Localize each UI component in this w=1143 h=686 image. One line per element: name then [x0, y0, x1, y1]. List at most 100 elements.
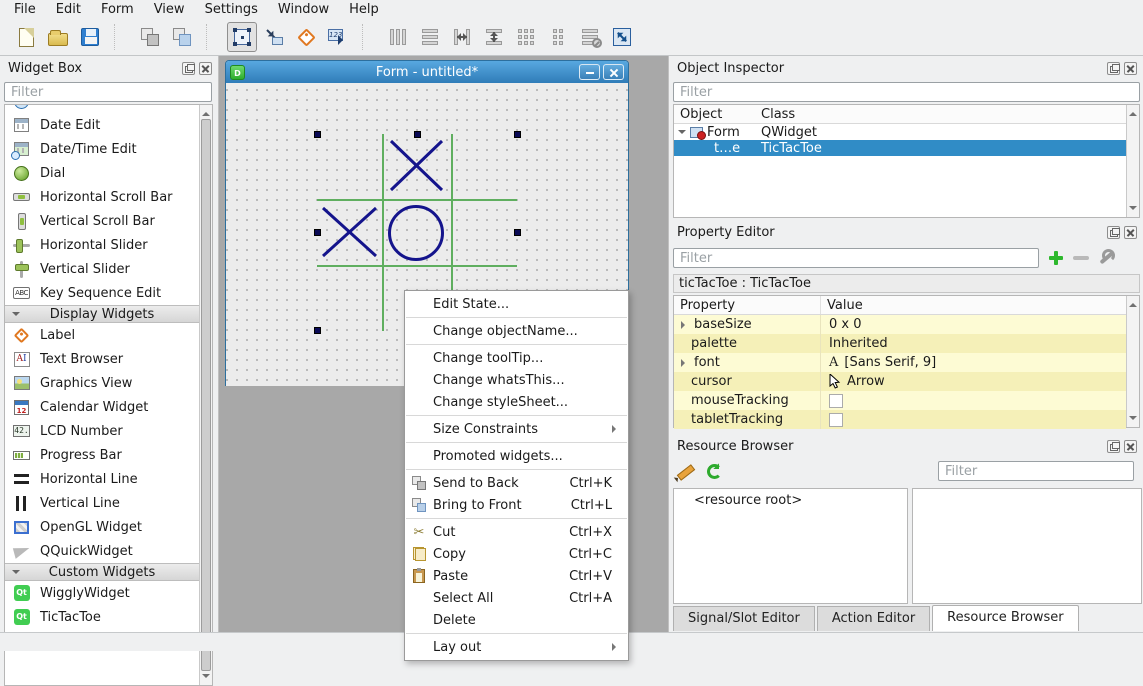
- send-to-back-button[interactable]: [135, 22, 165, 52]
- layout-grid-button[interactable]: [511, 22, 541, 52]
- menu-item-change-stylesheet[interactable]: Change styleSheet...: [405, 391, 628, 413]
- menu-edit[interactable]: Edit: [46, 1, 91, 18]
- edit-widgets-button[interactable]: [227, 22, 257, 52]
- tab-action-editor[interactable]: Action Editor: [817, 606, 930, 631]
- widget-box-section-custom-widgets[interactable]: Custom Widgets: [5, 563, 199, 581]
- widget-item-key-sequence-edit[interactable]: ABCKey Sequence Edit: [5, 281, 199, 305]
- menu-item-change-tooltip[interactable]: Change toolTip...: [405, 347, 628, 369]
- edit-signals-slots-button[interactable]: [259, 22, 289, 52]
- edit-buddies-button[interactable]: [291, 22, 321, 52]
- property-table-header[interactable]: Property Value: [674, 296, 1139, 315]
- widget-item-horizontal-slider[interactable]: Horizontal Slider: [5, 233, 199, 257]
- menu-help[interactable]: Help: [339, 1, 389, 18]
- layout-vertically-button[interactable]: [415, 22, 445, 52]
- bring-to-front-button[interactable]: [167, 22, 197, 52]
- close-icon[interactable]: [1124, 226, 1137, 239]
- property-row-mousetracking[interactable]: mouseTracking: [674, 391, 1126, 410]
- checkbox[interactable]: [829, 394, 843, 408]
- layout-horizontally-button[interactable]: [383, 22, 413, 52]
- widget-item-date-edit[interactable]: Date Edit: [5, 113, 199, 137]
- widget-item-datetime-edit[interactable]: Date/Time Edit: [5, 137, 199, 161]
- edit-tab-order-button[interactable]: 12123: [323, 22, 353, 52]
- minimize-button[interactable]: [579, 64, 600, 80]
- float-icon[interactable]: [1107, 226, 1120, 239]
- close-icon[interactable]: [1124, 440, 1137, 453]
- expander-right-icon[interactable]: [681, 359, 690, 367]
- menu-window[interactable]: Window: [268, 1, 339, 18]
- edit-resources-icon[interactable]: [675, 461, 695, 481]
- menu-file[interactable]: File: [4, 1, 46, 18]
- save-file-button[interactable]: [75, 22, 105, 52]
- resize-handle[interactable]: [314, 229, 321, 236]
- scrollbar-thumb[interactable]: [201, 119, 211, 671]
- menu-item-change-whatsthis[interactable]: Change whatsThis...: [405, 369, 628, 391]
- widget-item-vertical-scroll-bar[interactable]: Vertical Scroll Bar: [5, 209, 199, 233]
- widget-item-graphics-view[interactable]: Graphics View: [5, 371, 199, 395]
- menu-view[interactable]: View: [144, 1, 195, 18]
- property-row-palette[interactable]: palette Inherited: [674, 334, 1126, 353]
- tab-signal-slot-editor[interactable]: Signal/Slot Editor: [673, 606, 815, 631]
- break-layout-button[interactable]: [575, 22, 605, 52]
- tab-resource-browser[interactable]: Resource Browser: [932, 605, 1078, 631]
- widget-item-progress-bar[interactable]: Progress Bar: [5, 443, 199, 467]
- menu-item-change-objectname[interactable]: Change objectName...: [405, 320, 628, 342]
- remove-property-icon[interactable]: [1073, 256, 1089, 260]
- resize-handle[interactable]: [514, 229, 521, 236]
- open-file-button[interactable]: [43, 22, 73, 52]
- menu-item-promoted-widgets[interactable]: Promoted widgets...: [405, 445, 628, 467]
- menu-item-cut[interactable]: ✂CutCtrl+X: [405, 521, 628, 543]
- widget-item-dial[interactable]: Dial: [5, 161, 199, 185]
- property-row-basesize[interactable]: baseSize 0 x 0: [674, 315, 1126, 334]
- close-icon[interactable]: [1124, 62, 1137, 75]
- menu-item-select-all[interactable]: Select AllCtrl+A: [405, 587, 628, 609]
- menu-item-size-constraints[interactable]: Size Constraints: [405, 418, 628, 440]
- expander-down-icon[interactable]: [678, 130, 686, 138]
- widget-item-calendar-widget[interactable]: 12Calendar Widget: [5, 395, 199, 419]
- widget-item-time-edit[interactable]: Time Edit: [5, 104, 199, 113]
- menu-item-delete[interactable]: Delete: [405, 609, 628, 631]
- tree-row-form[interactable]: Form QWidget: [674, 124, 1139, 140]
- object-inspector-header[interactable]: Object Class: [674, 105, 1139, 124]
- scroll-down-icon[interactable]: [1129, 206, 1137, 214]
- widget-box-filter-input[interactable]: [4, 82, 212, 102]
- resize-handle[interactable]: [414, 131, 421, 138]
- widget-item-wigglywidget[interactable]: QtWigglyWidget: [5, 581, 199, 605]
- form-window-titlebar[interactable]: D Form - untitled*: [226, 61, 628, 83]
- widget-item-qquickwidget[interactable]: QQuickWidget: [5, 539, 199, 563]
- widget-item-vertical-slider[interactable]: Vertical Slider: [5, 257, 199, 281]
- scroll-up-icon[interactable]: [202, 108, 210, 116]
- widget-item-text-browser[interactable]: AIText Browser: [5, 347, 199, 371]
- tree-row-tictactoe[interactable]: t…e TicTacToe: [674, 140, 1139, 156]
- scroll-up-icon[interactable]: [1129, 299, 1137, 307]
- close-button[interactable]: [603, 64, 624, 80]
- checkbox[interactable]: [829, 413, 843, 427]
- property-row-tablettracking[interactable]: tabletTracking: [674, 410, 1126, 429]
- property-table-scrollbar[interactable]: [1126, 296, 1139, 427]
- menu-item-send-to-back[interactable]: Send to BackCtrl+K: [405, 472, 628, 494]
- property-editor-filter-input[interactable]: [673, 248, 1039, 268]
- close-icon[interactable]: [199, 62, 212, 75]
- resource-browser-filter-input[interactable]: [938, 461, 1134, 481]
- layout-form-button[interactable]: [543, 22, 573, 52]
- menu-item-bring-to-front[interactable]: Bring to FrontCtrl+L: [405, 494, 628, 516]
- widget-item-lcd-number[interactable]: 42.LCD Number: [5, 419, 199, 443]
- layout-vertical-splitter-button[interactable]: [479, 22, 509, 52]
- adjust-size-button[interactable]: [607, 22, 637, 52]
- float-icon[interactable]: [182, 62, 195, 75]
- menu-item-paste[interactable]: PasteCtrl+V: [405, 565, 628, 587]
- new-file-button[interactable]: [11, 22, 41, 52]
- resource-root-item[interactable]: <resource root>: [674, 489, 907, 508]
- widget-item-label[interactable]: Label: [5, 323, 199, 347]
- reload-icon[interactable]: [707, 464, 722, 479]
- scroll-up-icon[interactable]: [1129, 108, 1137, 116]
- scroll-down-icon[interactable]: [1129, 416, 1137, 424]
- widget-box-scrollbar[interactable]: [199, 105, 212, 685]
- expander-right-icon[interactable]: [681, 321, 690, 329]
- menu-form[interactable]: Form: [91, 1, 144, 18]
- object-inspector-filter-input[interactable]: [673, 82, 1140, 102]
- add-property-icon[interactable]: [1047, 249, 1065, 267]
- configure-icon[interactable]: [1097, 249, 1115, 267]
- resize-handle[interactable]: [314, 131, 321, 138]
- widget-item-tictactoe[interactable]: QtTicTacToe: [5, 605, 199, 629]
- menu-item-copy[interactable]: CopyCtrl+C: [405, 543, 628, 565]
